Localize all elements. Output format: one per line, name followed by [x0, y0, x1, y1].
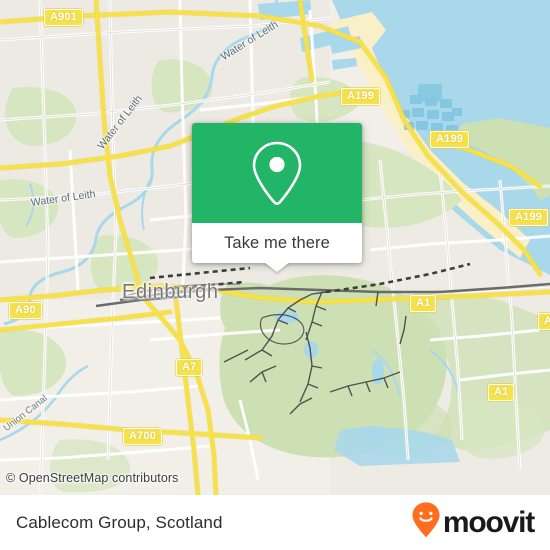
card-pointer-tail	[264, 262, 290, 272]
map-pin-icon	[250, 140, 304, 206]
card-icon-panel	[192, 123, 362, 223]
card-cta-panel[interactable]: Take me there	[192, 223, 362, 272]
osm-attribution[interactable]: © OpenStreetMap contributors	[6, 471, 179, 485]
screenshot-root: A901 A199 A199 A199 A90 A7 A1 A1 A1 A700…	[0, 0, 550, 550]
road-shield-a700[interactable]: A700	[123, 428, 163, 445]
place-title: Cablecom Group, Scotland	[16, 512, 223, 532]
road-shield-a1[interactable]: A1	[410, 295, 437, 312]
road-shield-a901[interactable]: A901	[44, 9, 84, 26]
road-shield-a199[interactable]: A199	[509, 209, 549, 226]
road-shield-a199[interactable]: A199	[430, 131, 470, 148]
road-shield-a1[interactable]: A1	[488, 384, 515, 401]
moovit-pin-icon	[411, 502, 441, 543]
map-label-edinburgh: Edinburgh	[122, 281, 219, 303]
take-me-there-label: Take me there	[224, 233, 330, 252]
moovit-logo[interactable]: moovit	[411, 502, 535, 543]
take-me-there-card[interactable]: Take me there	[192, 123, 362, 272]
road-shield-a199[interactable]: A199	[341, 88, 381, 105]
road-shield-a90[interactable]: A90	[9, 302, 42, 319]
moovit-wordmark: moovit	[442, 505, 535, 539]
road-shield-a1[interactable]: A1	[538, 313, 550, 330]
footer-bar: Cablecom Group, Scotland moovit	[0, 495, 550, 550]
road-shield-a7[interactable]: A7	[176, 359, 203, 376]
